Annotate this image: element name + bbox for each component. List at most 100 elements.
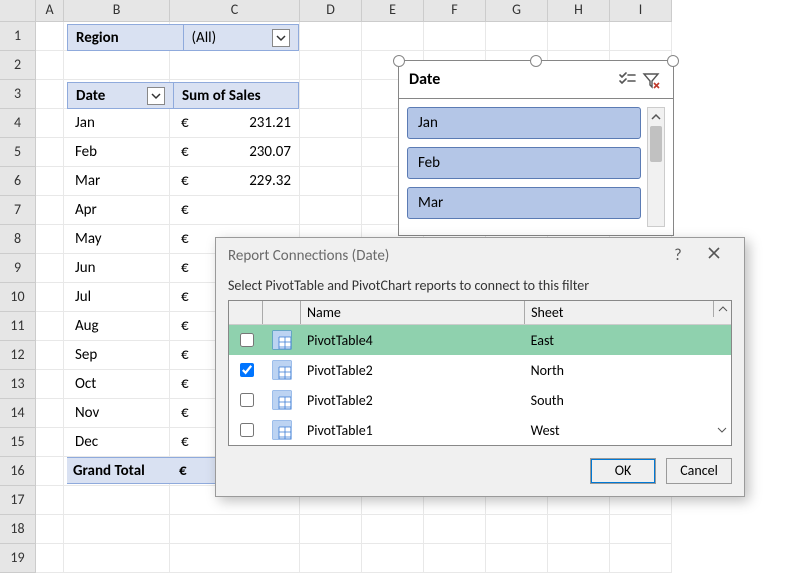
cell[interactable] [610, 515, 672, 544]
row-header-2[interactable]: 2 [0, 51, 36, 80]
col-header-H[interactable]: H [548, 0, 610, 22]
cell[interactable] [36, 80, 64, 109]
dialog-row[interactable]: PivotTable1 West [229, 415, 731, 445]
cell[interactable] [64, 515, 170, 544]
pivot-row-label[interactable]: Oct [67, 370, 173, 399]
cell[interactable] [170, 51, 300, 80]
row-header-4[interactable]: 4 [0, 109, 36, 138]
cell[interactable] [36, 22, 64, 51]
slicer-item[interactable]: Mar [407, 187, 641, 219]
row-header-12[interactable]: 12 [0, 341, 36, 370]
pivot-row-label[interactable]: Dec [67, 428, 173, 457]
row-header-15[interactable]: 15 [0, 428, 36, 457]
selection-handle-icon[interactable] [530, 55, 542, 67]
cancel-button[interactable]: Cancel [666, 458, 732, 484]
col-header-D[interactable]: D [300, 0, 362, 22]
cell[interactable] [36, 457, 64, 486]
cell[interactable] [36, 138, 64, 167]
dialog-row-checkbox[interactable] [240, 423, 254, 437]
pivot-header-date[interactable]: Date [68, 83, 174, 108]
pivot-row-label[interactable]: Apr [67, 196, 173, 225]
pivot-row-value[interactable]: € 229.32 [173, 167, 299, 196]
cell[interactable] [170, 515, 300, 544]
cell[interactable] [36, 341, 64, 370]
slicer-item[interactable]: Feb [407, 147, 641, 179]
dialog-header-name[interactable]: Name [301, 301, 525, 324]
multi-select-icon[interactable] [615, 68, 639, 92]
dialog-header-sheet[interactable]: Sheet [525, 301, 713, 324]
selection-handle-icon[interactable] [667, 55, 679, 67]
close-icon[interactable] [696, 246, 732, 265]
pivot-row-label[interactable]: May [67, 225, 173, 254]
cell[interactable] [300, 80, 362, 109]
dialog-row[interactable]: PivotTable4 East [229, 325, 731, 355]
corner-cell[interactable] [0, 0, 36, 22]
pivot-row-label[interactable]: Jun [67, 254, 173, 283]
row-header-14[interactable]: 14 [0, 399, 36, 428]
dialog-row-checkbox[interactable] [240, 393, 254, 407]
slicer-scrollbar[interactable] [647, 107, 665, 227]
dialog-row-checkbox[interactable] [240, 333, 254, 347]
cell[interactable] [424, 515, 486, 544]
cell[interactable] [486, 22, 548, 51]
row-header-1[interactable]: 1 [0, 22, 36, 51]
col-header-A[interactable]: A [36, 0, 64, 22]
row-header-3[interactable]: 3 [0, 80, 36, 109]
pivot-row-label[interactable]: Feb [67, 138, 173, 167]
pivot-row-label[interactable]: Jul [67, 283, 173, 312]
col-header-G[interactable]: G [486, 0, 548, 22]
ok-button[interactable]: OK [590, 458, 656, 484]
col-header-B[interactable]: B [64, 0, 170, 22]
dialog-row[interactable]: PivotTable2 North [229, 355, 731, 385]
row-header-8[interactable]: 8 [0, 225, 36, 254]
row-header-6[interactable]: 6 [0, 167, 36, 196]
cell[interactable] [362, 515, 424, 544]
row-header-13[interactable]: 13 [0, 370, 36, 399]
cell[interactable] [300, 138, 362, 167]
pivot-header-dropdown-icon[interactable] [147, 87, 165, 105]
cell[interactable] [36, 254, 64, 283]
cell[interactable] [36, 225, 64, 254]
pivot-row-value[interactable]: € 231.21 [173, 109, 299, 138]
row-header-10[interactable]: 10 [0, 283, 36, 312]
scroll-down-icon[interactable] [713, 422, 731, 438]
dialog-row-checkbox[interactable] [240, 363, 254, 377]
row-header-11[interactable]: 11 [0, 312, 36, 341]
slicer-item[interactable]: Jan [407, 107, 641, 139]
cell[interactable] [36, 196, 64, 225]
col-header-F[interactable]: F [424, 0, 486, 22]
pivot-row-label[interactable]: Jan [67, 109, 173, 138]
cell[interactable] [300, 196, 362, 225]
cell[interactable] [36, 167, 64, 196]
row-header-17[interactable]: 17 [0, 486, 36, 515]
cell[interactable] [300, 51, 362, 80]
cell[interactable] [424, 22, 486, 51]
cell[interactable] [548, 515, 610, 544]
cell[interactable] [548, 22, 610, 51]
cell[interactable] [64, 51, 170, 80]
scrollbar-thumb[interactable] [650, 126, 662, 162]
cell[interactable] [36, 515, 64, 544]
dialog-title-bar[interactable]: Report Connections (Date) ? [216, 238, 744, 273]
pivot-row-label[interactable]: Mar [67, 167, 173, 196]
col-header-E[interactable]: E [362, 0, 424, 22]
pivot-row-label[interactable]: Sep [67, 341, 173, 370]
cell[interactable] [36, 486, 64, 515]
pivot-filter-dropdown-icon[interactable] [272, 29, 290, 47]
cell[interactable] [610, 22, 672, 51]
cell[interactable] [36, 370, 64, 399]
scroll-up-icon[interactable] [648, 108, 664, 126]
cell[interactable] [300, 22, 362, 51]
cell[interactable] [362, 22, 424, 51]
cell[interactable] [300, 167, 362, 196]
cell[interactable] [36, 312, 64, 341]
pivot-row-value[interactable]: € [173, 196, 299, 225]
row-header-7[interactable]: 7 [0, 196, 36, 225]
cell[interactable] [36, 109, 64, 138]
cell[interactable] [300, 109, 362, 138]
help-icon[interactable]: ? [660, 247, 696, 265]
col-header-I[interactable]: I [610, 0, 672, 22]
cell[interactable] [486, 515, 548, 544]
row-header-9[interactable]: 9 [0, 254, 36, 283]
cell[interactable] [36, 51, 64, 80]
